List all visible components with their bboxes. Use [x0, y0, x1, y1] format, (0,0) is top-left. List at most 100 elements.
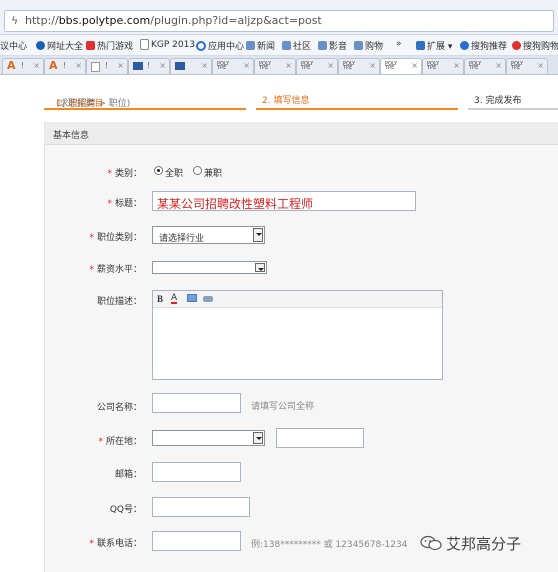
watermark-text: 艾邦高分子 [446, 535, 522, 553]
title-input-value: 某某公司招聘改性塑料工程师 [157, 197, 314, 211]
tab-mark: ! [147, 61, 151, 70]
font-color-button[interactable]: A [171, 294, 178, 304]
tab-close-icon[interactable]: × [117, 61, 124, 70]
lightning-icon: ϟ [11, 14, 19, 27]
favorite-label: 网址大全 [47, 42, 84, 52]
address-bar[interactable]: ϟ http://bbs.polytpe.com/plugin.php?id=a… [4, 10, 554, 32]
favorite-item[interactable]: 网址大全 [36, 39, 83, 52]
company-label-text: 公司名称： [96, 403, 142, 413]
tab-close-icon[interactable]: × [453, 61, 460, 70]
polytpe-site-icon: POLY TPE [469, 61, 482, 71]
qq-label: QQ号： [42, 502, 142, 515]
tab-close-icon[interactable]: × [495, 61, 502, 70]
job-category-label-text: 职位类别： [96, 233, 142, 243]
polytpe-site-icon: POLY TPE [301, 61, 314, 71]
title-input[interactable]: 某某公司招聘改性塑料工程师 [152, 191, 416, 211]
location-label-text: 所在地： [105, 437, 142, 447]
location-label: * 所在地： [42, 434, 142, 447]
section-title: 基本信息 [53, 131, 90, 141]
tab-close-icon[interactable]: × [327, 61, 334, 70]
url-text[interactable]: http://bbs.polytpe.com/plugin.php?id=alj… [25, 14, 322, 27]
post-steps: 1. 选择类目 (求职招聘 > 职位) 2. 填写信息 3. 完成发布 [44, 90, 558, 112]
phone-input[interactable] [152, 531, 241, 551]
url-prefix: http:// [25, 14, 59, 27]
favorite-item[interactable]: 议中心 [0, 39, 27, 52]
email-label-text: 邮箱： [114, 470, 142, 480]
wechat-icon [420, 535, 442, 551]
province-select[interactable] [152, 430, 265, 446]
title-label-text: 标题： [114, 199, 142, 209]
tab-mark: ! [63, 61, 67, 70]
tab-close-icon[interactable]: × [369, 61, 376, 70]
browser-tab[interactable]: POLY TPE × [422, 58, 464, 74]
required-mark: * [107, 199, 112, 209]
step-select-category: 1. 选择类目 (求职招聘 > 职位) [44, 90, 246, 110]
desc-editor[interactable]: B A [152, 290, 443, 380]
favorite-item[interactable]: 应用中心 [196, 39, 244, 52]
email-input[interactable] [152, 462, 241, 482]
favorite-item[interactable]: 搜狗推荐 [460, 39, 507, 52]
required-mark: * [89, 539, 94, 549]
tab-mark: ! [21, 61, 25, 70]
tab-close-icon[interactable]: × [537, 61, 544, 70]
editor-toolbar: B A [153, 291, 442, 308]
city-input[interactable] [276, 428, 364, 448]
favorites-overflow[interactable]: » [396, 39, 402, 49]
tab-close-icon[interactable]: × [201, 61, 208, 70]
polytpe-site-icon: POLY TPE [343, 61, 356, 71]
browser-tab-active[interactable]: POLY TPE × [380, 58, 422, 74]
favorite-item[interactable]: 热门游戏 [86, 39, 133, 52]
favorite-item[interactable]: 影音 [318, 39, 347, 52]
browser-tab[interactable]: POLY TPE × [212, 58, 254, 74]
tab-close-icon[interactable]: × [33, 61, 40, 70]
tab-close-icon[interactable]: × [243, 61, 250, 70]
radio-parttime[interactable] [193, 166, 202, 175]
url-path: /plugin.php?id=aljzp&act=post [150, 14, 322, 27]
tab-close-icon[interactable]: × [285, 61, 292, 70]
browser-tab[interactable]: POLY TPE × [296, 58, 338, 74]
browser-tab[interactable]: POLY TPE × [506, 58, 548, 74]
favorite-label: » [396, 39, 402, 49]
polytpe-site-icon: POLY TPE [385, 61, 398, 71]
favorite-label: 议中心 [0, 42, 28, 52]
favorite-item[interactable]: 搜狗购物 [512, 39, 558, 52]
company-input[interactable] [152, 393, 241, 413]
tab-close-icon[interactable]: × [159, 61, 166, 70]
email-label: 邮箱： [42, 467, 142, 480]
folder-icon [246, 41, 255, 50]
qq-input[interactable] [152, 497, 250, 517]
favorite-label: KGP 2013 [151, 39, 196, 50]
app-center-icon [196, 40, 206, 51]
browser-tab[interactable]: A! × [2, 58, 44, 74]
browser-tab[interactable]: × [170, 58, 212, 74]
browser-tab[interactable]: POLY TPE × [338, 58, 380, 74]
salary-select[interactable] [152, 261, 267, 274]
favorite-item[interactable]: 购物 [354, 39, 383, 52]
warning-a-icon: A [7, 59, 16, 72]
game-icon [86, 41, 95, 50]
favorite-label: 搜狗购物 [523, 42, 558, 52]
favorite-item[interactable]: 扩展 ▾ [416, 39, 452, 52]
browser-tab[interactable]: POLY TPE × [254, 58, 296, 74]
browser-tab[interactable]: POLY TPE × [464, 58, 506, 74]
salary-label: * 薪资水平： [42, 262, 142, 275]
step2-label: 2. 填写信息 [262, 96, 310, 106]
favorite-label: 社区 [293, 42, 312, 52]
browser-tab[interactable]: ! × [128, 58, 170, 74]
job-category-select[interactable]: 请选择行业 [152, 226, 265, 244]
link-icon[interactable] [203, 296, 213, 302]
radio-fulltime[interactable] [154, 166, 163, 175]
tab-close-icon[interactable]: × [75, 61, 82, 70]
browser-tab[interactable]: ! × [86, 58, 128, 74]
company-label: 公司名称： [42, 400, 142, 413]
tab-close-icon[interactable]: × [411, 61, 418, 70]
polytpe-site-icon: POLY TPE [427, 61, 440, 71]
folder-icon [318, 41, 327, 50]
favorite-item[interactable]: 新闻 [246, 39, 275, 52]
image-icon[interactable] [187, 294, 197, 302]
favorite-item[interactable]: 社区 [282, 39, 311, 52]
browser-tab[interactable]: A! × [44, 58, 86, 74]
polytpe-site-icon: POLY TPE [259, 61, 272, 71]
favorite-item[interactable]: KGP 2013 [140, 39, 195, 50]
bold-button[interactable]: B [157, 294, 163, 304]
